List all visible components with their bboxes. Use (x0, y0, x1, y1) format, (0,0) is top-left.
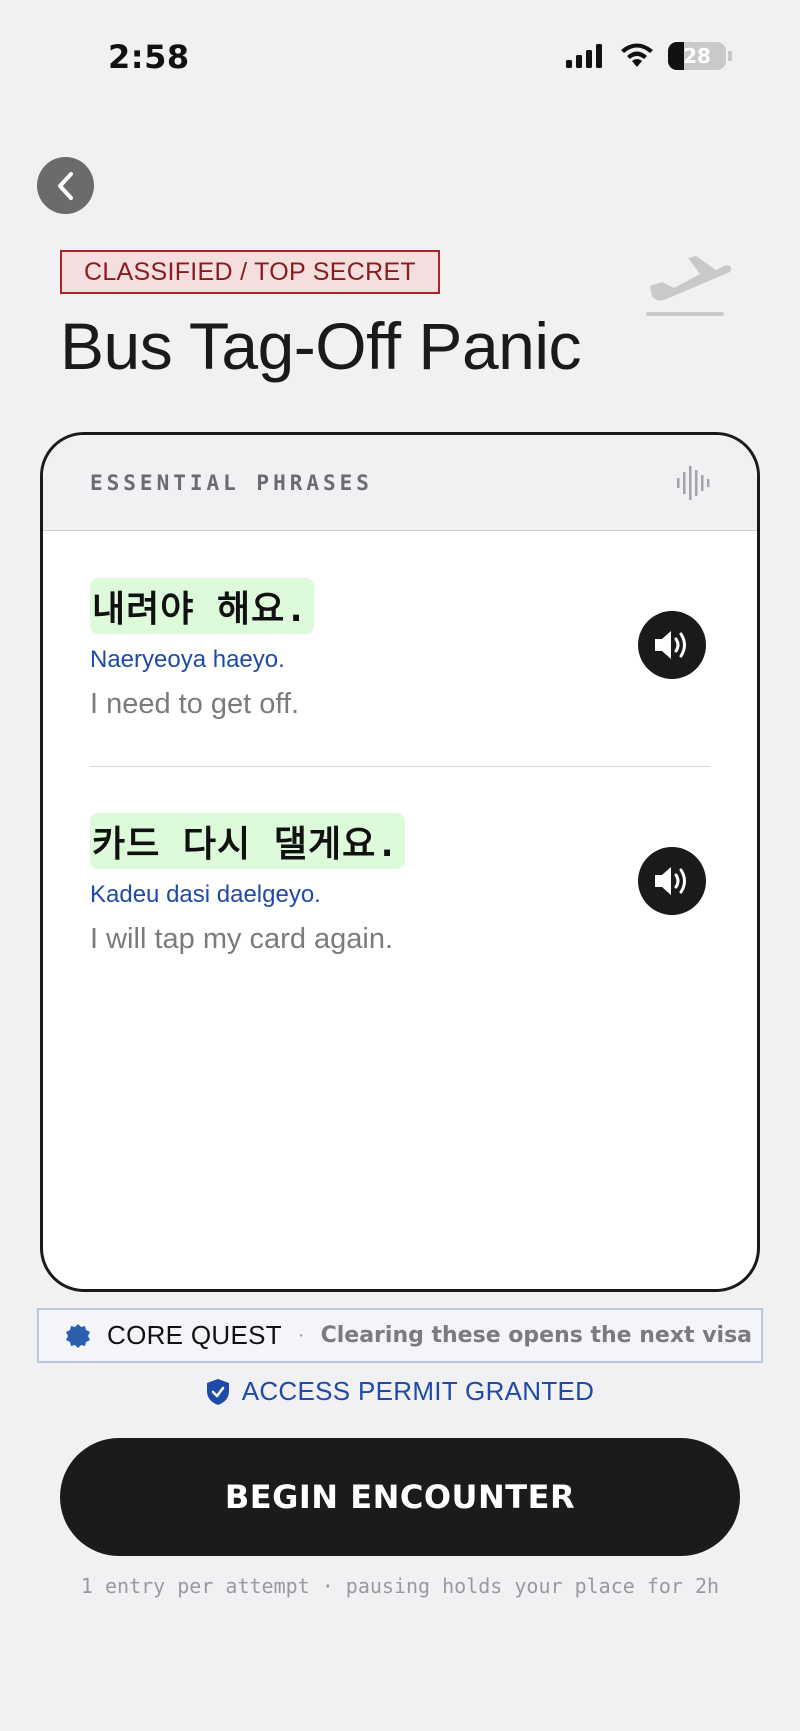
shield-check-icon (206, 1378, 229, 1405)
phrase-romanization: Kadeu dasi daelgeyo. (90, 881, 321, 908)
card-header: ESSENTIAL PHRASES (43, 435, 757, 531)
battery-cap (728, 51, 732, 61)
wifi-icon (621, 43, 653, 67)
core-quest-description: Clearing these opens the next visa (320, 1323, 753, 1348)
play-audio-button[interactable] (638, 847, 706, 915)
page-title: Bus Tag-Off Panic (60, 309, 582, 383)
signal-icon (566, 44, 602, 68)
core-quest-banner: CORE QUEST · Clearing these opens the ne… (37, 1308, 763, 1363)
status-icons: 28 (566, 42, 732, 70)
battery-level: 28 (683, 44, 711, 68)
speaker-icon (655, 867, 686, 895)
status-time: 2:58 (108, 38, 190, 76)
phrases-card: ESSENTIAL PHRASES 내려야 해요. Naeryeoya haey… (40, 432, 760, 1292)
core-quest-label: CORE QUEST (107, 1320, 282, 1350)
card-header-label: ESSENTIAL PHRASES (90, 470, 373, 495)
phrase-english: I will tap my card again. (90, 923, 394, 955)
battery-indicator: 28 (668, 42, 726, 70)
core-quest-separator: · (297, 1324, 305, 1346)
phrase-korean: 카드 다시 댈게요. (90, 813, 405, 869)
access-permit-status: ACCESS PERMIT GRANTED (0, 1376, 800, 1407)
phrase-item: 내려야 해요. Naeryeoya haeyo. I need to get o… (90, 531, 710, 767)
phrase-romanization: Naeryeoya haeyo. (90, 646, 285, 673)
classified-badge: CLASSIFIED / TOP SECRET (60, 250, 440, 294)
sound-wave-icon (677, 465, 710, 500)
speaker-icon (655, 631, 686, 659)
badge-seal-icon (66, 1323, 90, 1348)
begin-encounter-button[interactable]: BEGIN ENCOUNTER (60, 1438, 740, 1556)
play-audio-button[interactable] (638, 611, 706, 679)
phrase-korean: 내려야 해요. (90, 578, 314, 634)
access-permit-text: ACCESS PERMIT GRANTED (241, 1376, 595, 1406)
phrase-item: 카드 다시 댈게요. Kadeu dasi daelgeyo. I will t… (90, 767, 710, 956)
chevron-left-icon (57, 171, 73, 200)
back-button[interactable] (37, 157, 94, 214)
attempt-footnote: 1 entry per attempt · pausing holds your… (80, 1574, 720, 1598)
phrase-english: I need to get off. (90, 688, 300, 720)
airplane-takeoff-icon (646, 256, 732, 316)
